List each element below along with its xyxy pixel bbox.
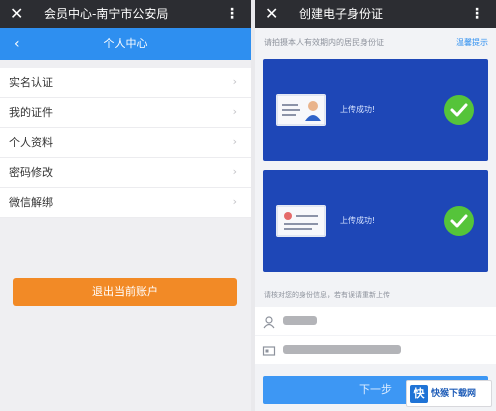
chevron-right-icon: › xyxy=(232,75,237,88)
name-field[interactable] xyxy=(255,307,496,335)
chevron-right-icon: › xyxy=(232,135,237,148)
chevron-right-icon: › xyxy=(232,105,237,118)
page-header: ‹ 个人中心 xyxy=(0,28,251,60)
id-back-upload-card[interactable]: 上传成功! xyxy=(263,170,488,272)
more-icon[interactable]: ⋮ xyxy=(470,4,484,24)
create-eid-screen: ✕ 创建电子身份证 ⋮ 请拍摄本人有效期内的居民身份证 温馨提示 上传成功! 上… xyxy=(255,0,496,411)
menu-item-label: 实名认证 xyxy=(9,76,53,89)
upload-status: 上传成功! xyxy=(340,105,376,114)
menu-item-unbind-wechat[interactable]: 微信解绑 › xyxy=(0,188,251,218)
id-number-icon xyxy=(262,343,276,357)
title-bar: ✕ 会员中心-南宁市公安局 ⋮ xyxy=(0,0,251,28)
menu-item-my-documents[interactable]: 我的证件 › xyxy=(0,98,251,128)
tips-link[interactable]: 温馨提示 xyxy=(456,37,488,49)
site-logo-icon: 快 xyxy=(410,385,428,403)
redacted-name xyxy=(283,316,317,325)
settings-menu: 实名认证 › 我的证件 › 个人资料 › 密码修改 › 微信解绑 › xyxy=(0,68,251,218)
window-title: 会员中心-南宁市公安局 xyxy=(44,7,169,21)
site-watermark: 快 快猴下载网 xyxy=(406,380,492,407)
upload-status: 上传成功! xyxy=(340,216,376,225)
id-number-field[interactable] xyxy=(255,336,496,364)
id-card-front-icon xyxy=(276,94,326,126)
title-bar: ✕ 创建电子身份证 ⋮ xyxy=(255,0,496,28)
close-icon[interactable]: ✕ xyxy=(10,4,23,24)
menu-item-profile[interactable]: 个人资料 › xyxy=(0,128,251,158)
upload-notice: 请拍摄本人有效期内的居民身份证 xyxy=(264,38,384,47)
menu-item-label: 密码修改 xyxy=(9,166,53,179)
checkmark-icon xyxy=(444,206,474,236)
menu-item-change-password[interactable]: 密码修改 › xyxy=(0,158,251,188)
verify-hint: 请核对您的身份信息，若有误请重新上传 xyxy=(264,291,390,299)
page-title: 个人中心 xyxy=(103,37,148,50)
person-icon xyxy=(262,314,276,329)
member-center-screen: ✕ 会员中心-南宁市公安局 ⋮ ‹ 个人中心 实名认证 › 我的证件 › 个人资… xyxy=(0,0,251,411)
menu-item-real-name[interactable]: 实名认证 › xyxy=(0,68,251,98)
redacted-id-number xyxy=(283,345,401,354)
chevron-right-icon: › xyxy=(232,195,237,208)
menu-item-label: 我的证件 xyxy=(9,106,53,119)
watermark-text: 快猴下载网 xyxy=(431,389,477,399)
window-title: 创建电子身份证 xyxy=(299,7,384,21)
menu-item-label: 微信解绑 xyxy=(9,196,53,209)
close-icon[interactable]: ✕ xyxy=(265,4,278,24)
checkmark-icon xyxy=(444,95,474,125)
chevron-right-icon: › xyxy=(232,165,237,178)
id-front-upload-card[interactable]: 上传成功! xyxy=(263,59,488,161)
id-card-back-icon xyxy=(276,205,326,237)
menu-item-label: 个人资料 xyxy=(9,136,53,149)
logout-button[interactable]: 退出当前账户 xyxy=(13,278,237,306)
more-icon[interactable]: ⋮ xyxy=(225,4,239,24)
